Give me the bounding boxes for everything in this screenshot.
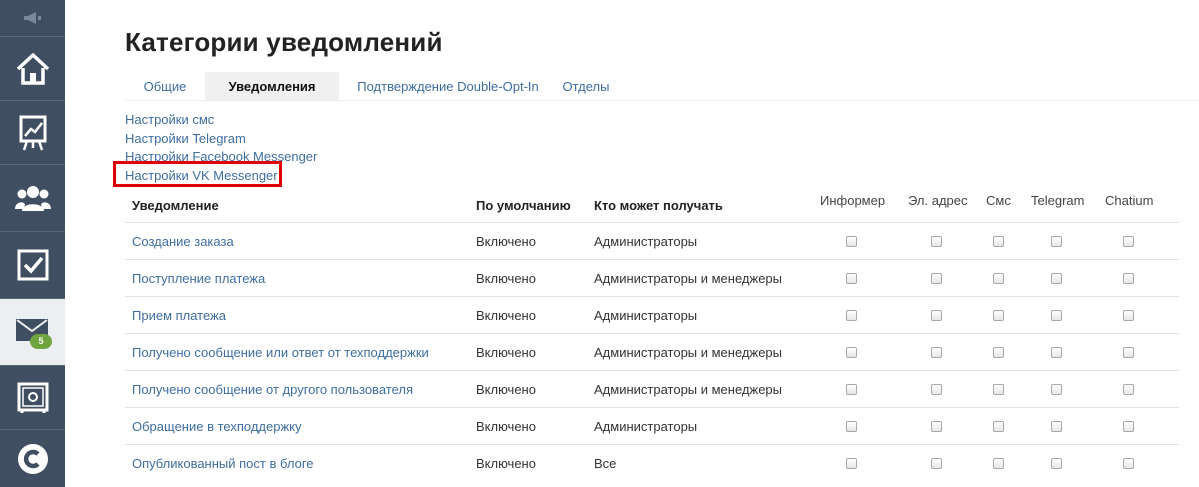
sidebar-item-users[interactable] bbox=[0, 165, 65, 232]
sms-settings-link[interactable]: Настройки смс bbox=[125, 111, 317, 130]
default-status: Включено bbox=[476, 308, 536, 323]
column-header-who: Кто может получать bbox=[594, 198, 723, 213]
telegram-checkbox[interactable] bbox=[1051, 458, 1062, 469]
email-checkbox[interactable] bbox=[931, 384, 942, 395]
sms-checkbox[interactable] bbox=[993, 458, 1004, 469]
email-checkbox[interactable] bbox=[931, 421, 942, 432]
chatium-checkbox[interactable] bbox=[1123, 310, 1134, 321]
table-row: Поступление платежа Включено Администратор… bbox=[125, 259, 1179, 296]
notification-name-link[interactable]: Опубликованный пост в блоге bbox=[132, 456, 314, 471]
default-status: Включено bbox=[476, 382, 536, 397]
recipients: Администраторы и менеджеры bbox=[594, 271, 782, 286]
telegram-checkbox[interactable] bbox=[1051, 236, 1062, 247]
default-status: Включено bbox=[476, 419, 536, 434]
table-row: Опубликованный пост в блоге Включено Все bbox=[125, 444, 1179, 481]
sidebar-item-home[interactable] bbox=[0, 37, 65, 101]
telegram-checkbox[interactable] bbox=[1051, 421, 1062, 432]
users-icon bbox=[14, 186, 51, 211]
email-checkbox[interactable] bbox=[931, 310, 942, 321]
tab-notifications[interactable]: Уведомления bbox=[205, 72, 339, 100]
sidebar-item-safe[interactable] bbox=[0, 366, 65, 430]
column-header-email: Эл. адрес bbox=[908, 193, 968, 208]
sms-checkbox[interactable] bbox=[993, 384, 1004, 395]
email-checkbox[interactable] bbox=[931, 273, 942, 284]
notification-name-link[interactable]: Обращение в техподдержку bbox=[132, 419, 302, 434]
tab-bar: Общие Уведомления Подтверждение Double-O… bbox=[125, 72, 615, 100]
sidebar-item-announcements[interactable] bbox=[0, 0, 65, 37]
default-status: Включено bbox=[476, 271, 536, 286]
chatium-checkbox[interactable] bbox=[1123, 236, 1134, 247]
column-header-notification: Уведомление bbox=[132, 198, 219, 213]
telegram-checkbox[interactable] bbox=[1051, 384, 1062, 395]
recipients: Администраторы и менеджеры bbox=[594, 382, 782, 397]
sms-checkbox[interactable] bbox=[993, 273, 1004, 284]
tab-double-opt-in[interactable]: Подтверждение Double-Opt-In bbox=[339, 72, 557, 100]
table-header: Уведомление По умолчанию Кто может получ… bbox=[125, 190, 1179, 222]
home-icon bbox=[16, 52, 49, 85]
sidebar-item-statistics[interactable] bbox=[0, 101, 65, 165]
recipients: Администраторы bbox=[594, 419, 698, 434]
column-header-sms: Смс bbox=[986, 193, 1011, 208]
megaphone-icon bbox=[23, 12, 41, 24]
chart-board-icon bbox=[19, 115, 46, 150]
sidebar: 5 bbox=[0, 0, 65, 487]
table-row: Прием платежа Включено Администраторы bbox=[125, 296, 1179, 333]
informer-checkbox[interactable] bbox=[846, 236, 857, 247]
sidebar-item-messages[interactable]: 5 bbox=[0, 299, 65, 366]
column-header-chatium: Chatium bbox=[1105, 193, 1154, 208]
checkbox-icon bbox=[17, 249, 48, 281]
tab-departments[interactable]: Отделы bbox=[557, 72, 615, 100]
default-status: Включено bbox=[476, 234, 536, 249]
telegram-checkbox[interactable] bbox=[1051, 273, 1062, 284]
email-checkbox[interactable] bbox=[931, 458, 942, 469]
recipients: Администраторы и менеджеры bbox=[594, 345, 782, 360]
column-header-informer: Информер bbox=[820, 193, 886, 208]
notification-name-link[interactable]: Получено сообщение от другого пользовате… bbox=[132, 382, 413, 397]
recipients: Администраторы bbox=[594, 308, 698, 323]
notification-name-link[interactable]: Получено сообщение или ответ от техподде… bbox=[132, 345, 429, 360]
sms-checkbox[interactable] bbox=[993, 236, 1004, 247]
tab-general[interactable]: Общие bbox=[125, 72, 205, 100]
sms-checkbox[interactable] bbox=[993, 421, 1004, 432]
table-row: Обращение в техподдержку Включено Админист… bbox=[125, 407, 1179, 444]
unread-count-badge: 5 bbox=[30, 333, 52, 349]
notification-name-link[interactable]: Поступление платежа bbox=[132, 271, 265, 286]
sidebar-item-tasks[interactable] bbox=[0, 232, 65, 299]
default-status: Включено bbox=[476, 456, 536, 471]
informer-checkbox[interactable] bbox=[846, 421, 857, 432]
email-checkbox[interactable] bbox=[931, 236, 942, 247]
informer-checkbox[interactable] bbox=[846, 384, 857, 395]
notification-name-link[interactable]: Создание заказа bbox=[132, 234, 234, 249]
tabs-divider bbox=[125, 100, 1199, 101]
default-status: Включено bbox=[476, 345, 536, 360]
informer-checkbox[interactable] bbox=[846, 347, 857, 358]
table-row: Получено сообщение от другого пользовате… bbox=[125, 370, 1179, 407]
chatium-checkbox[interactable] bbox=[1123, 347, 1134, 358]
informer-checkbox[interactable] bbox=[846, 273, 857, 284]
informer-checkbox[interactable] bbox=[846, 310, 857, 321]
recipients: Администраторы bbox=[594, 234, 698, 249]
sidebar-item-chatium[interactable] bbox=[0, 430, 65, 487]
chatium-logo-icon bbox=[17, 443, 48, 474]
chatium-checkbox[interactable] bbox=[1123, 458, 1134, 469]
table-row: Получено сообщение или ответ от техподде… bbox=[125, 333, 1179, 370]
column-header-default: По умолчанию bbox=[476, 198, 571, 213]
telegram-settings-link[interactable]: Настройки Telegram bbox=[125, 130, 317, 149]
notification-name-link[interactable]: Прием платежа bbox=[132, 308, 226, 323]
highlight-box bbox=[113, 161, 282, 187]
page-title: Категории уведомлений bbox=[125, 27, 443, 57]
safe-icon bbox=[17, 382, 48, 413]
sms-checkbox[interactable] bbox=[993, 310, 1004, 321]
table-row: Создание заказа Включено Администраторы bbox=[125, 222, 1179, 259]
chatium-checkbox[interactable] bbox=[1123, 421, 1134, 432]
chatium-checkbox[interactable] bbox=[1123, 273, 1134, 284]
chatium-checkbox[interactable] bbox=[1123, 384, 1134, 395]
informer-checkbox[interactable] bbox=[846, 458, 857, 469]
sms-checkbox[interactable] bbox=[993, 347, 1004, 358]
email-checkbox[interactable] bbox=[931, 347, 942, 358]
telegram-checkbox[interactable] bbox=[1051, 347, 1062, 358]
column-header-telegram: Telegram bbox=[1031, 193, 1085, 208]
telegram-checkbox[interactable] bbox=[1051, 310, 1062, 321]
recipients: Все bbox=[594, 456, 617, 471]
